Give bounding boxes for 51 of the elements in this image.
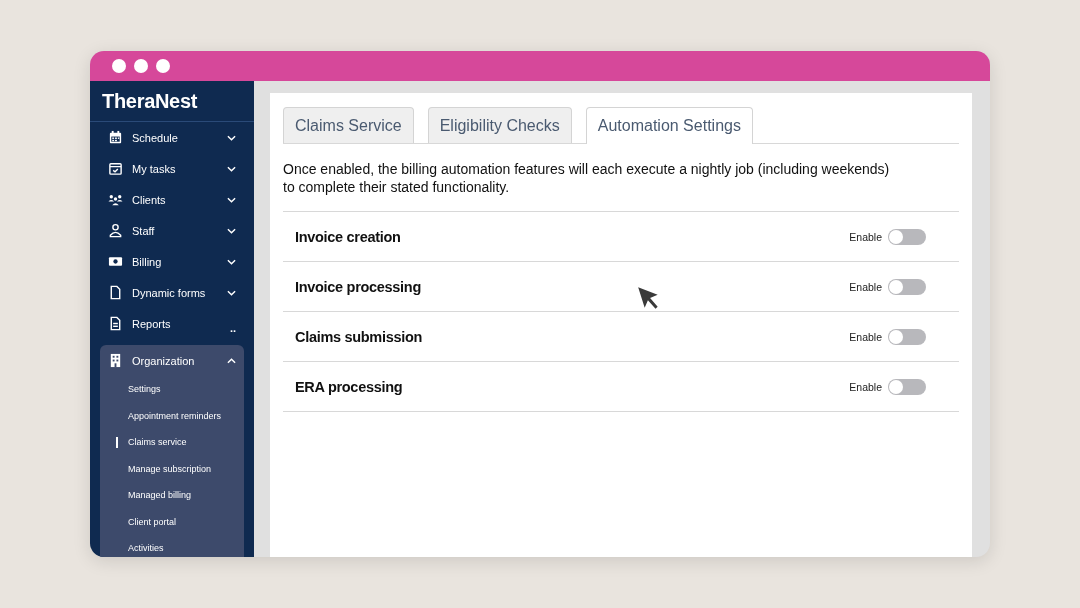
window-control-button[interactable] (134, 59, 148, 73)
submenu-item[interactable]: Appointment reminders (128, 410, 222, 421)
setting-name: Invoice creation (295, 228, 402, 245)
submenu-item[interactable]: Claims service (128, 437, 187, 448)
nav-item[interactable]: Clients (132, 193, 227, 206)
window-control-button[interactable] (112, 59, 126, 73)
building-icon (108, 353, 123, 368)
chevron-down-icon[interactable] (227, 227, 236, 234)
toggle-label: Enable (849, 280, 882, 293)
nav-item[interactable]: Staff (132, 224, 227, 237)
checked-calendar-icon (108, 161, 123, 176)
calendar-icon (108, 130, 123, 145)
setting-name: ERA processing (295, 378, 404, 395)
people-icon (108, 192, 123, 207)
tab[interactable]: Claims Service (283, 107, 414, 143)
nav-item[interactable]: Dynamic forms (132, 286, 227, 299)
document-icon (108, 285, 123, 300)
chevron-down-icon[interactable] (227, 289, 236, 296)
nav-item[interactable]: Schedule (132, 131, 227, 144)
logo-text: TheraNest (90, 81, 254, 122)
nav-item[interactable]: Organization (132, 354, 227, 367)
toggle-label: Enable (849, 330, 882, 343)
description-text: Once enabled, the billing automation features will each execute a nightly job (including weekends) to complete their stated functionality. (283, 160, 891, 196)
submenu-item[interactable]: Activities (128, 543, 164, 554)
toggle-switch[interactable] (888, 228, 926, 245)
person-icon (108, 223, 123, 238)
chevron-down-icon[interactable] (227, 258, 236, 265)
setting-name: Claims submission (295, 328, 424, 345)
submenu-item[interactable]: Manage subscription (128, 463, 212, 474)
toggle-label: Enable (849, 380, 882, 393)
setting-name: Invoice processing (295, 278, 422, 295)
nav-item[interactable]: Billing (132, 255, 227, 268)
report-icon (108, 316, 123, 331)
chevron-down-icon[interactable] (227, 134, 236, 141)
chevron-up-icon[interactable] (227, 357, 236, 364)
toggle-switch[interactable] (888, 328, 926, 345)
nav-item[interactable]: Reports (132, 317, 230, 330)
toggle-label: Enable (849, 230, 882, 243)
more-indicator[interactable]: .. (229, 321, 236, 334)
toggle-switch[interactable] (888, 378, 926, 395)
window-control-button[interactable] (156, 59, 170, 73)
toggle-switch[interactable] (888, 278, 926, 295)
submenu-item[interactable]: Settings (128, 384, 161, 395)
tab[interactable]: Eligibility Checks (427, 107, 572, 143)
chevron-down-icon[interactable] (227, 165, 236, 172)
banknote-icon (108, 254, 123, 269)
submenu-item[interactable]: Client portal (128, 516, 177, 527)
chevron-down-icon[interactable] (227, 196, 236, 203)
nav-item[interactable]: My tasks (132, 162, 227, 175)
submenu-item[interactable]: Managed billing (128, 490, 192, 501)
tab[interactable]: Automation Settings (585, 107, 753, 144)
